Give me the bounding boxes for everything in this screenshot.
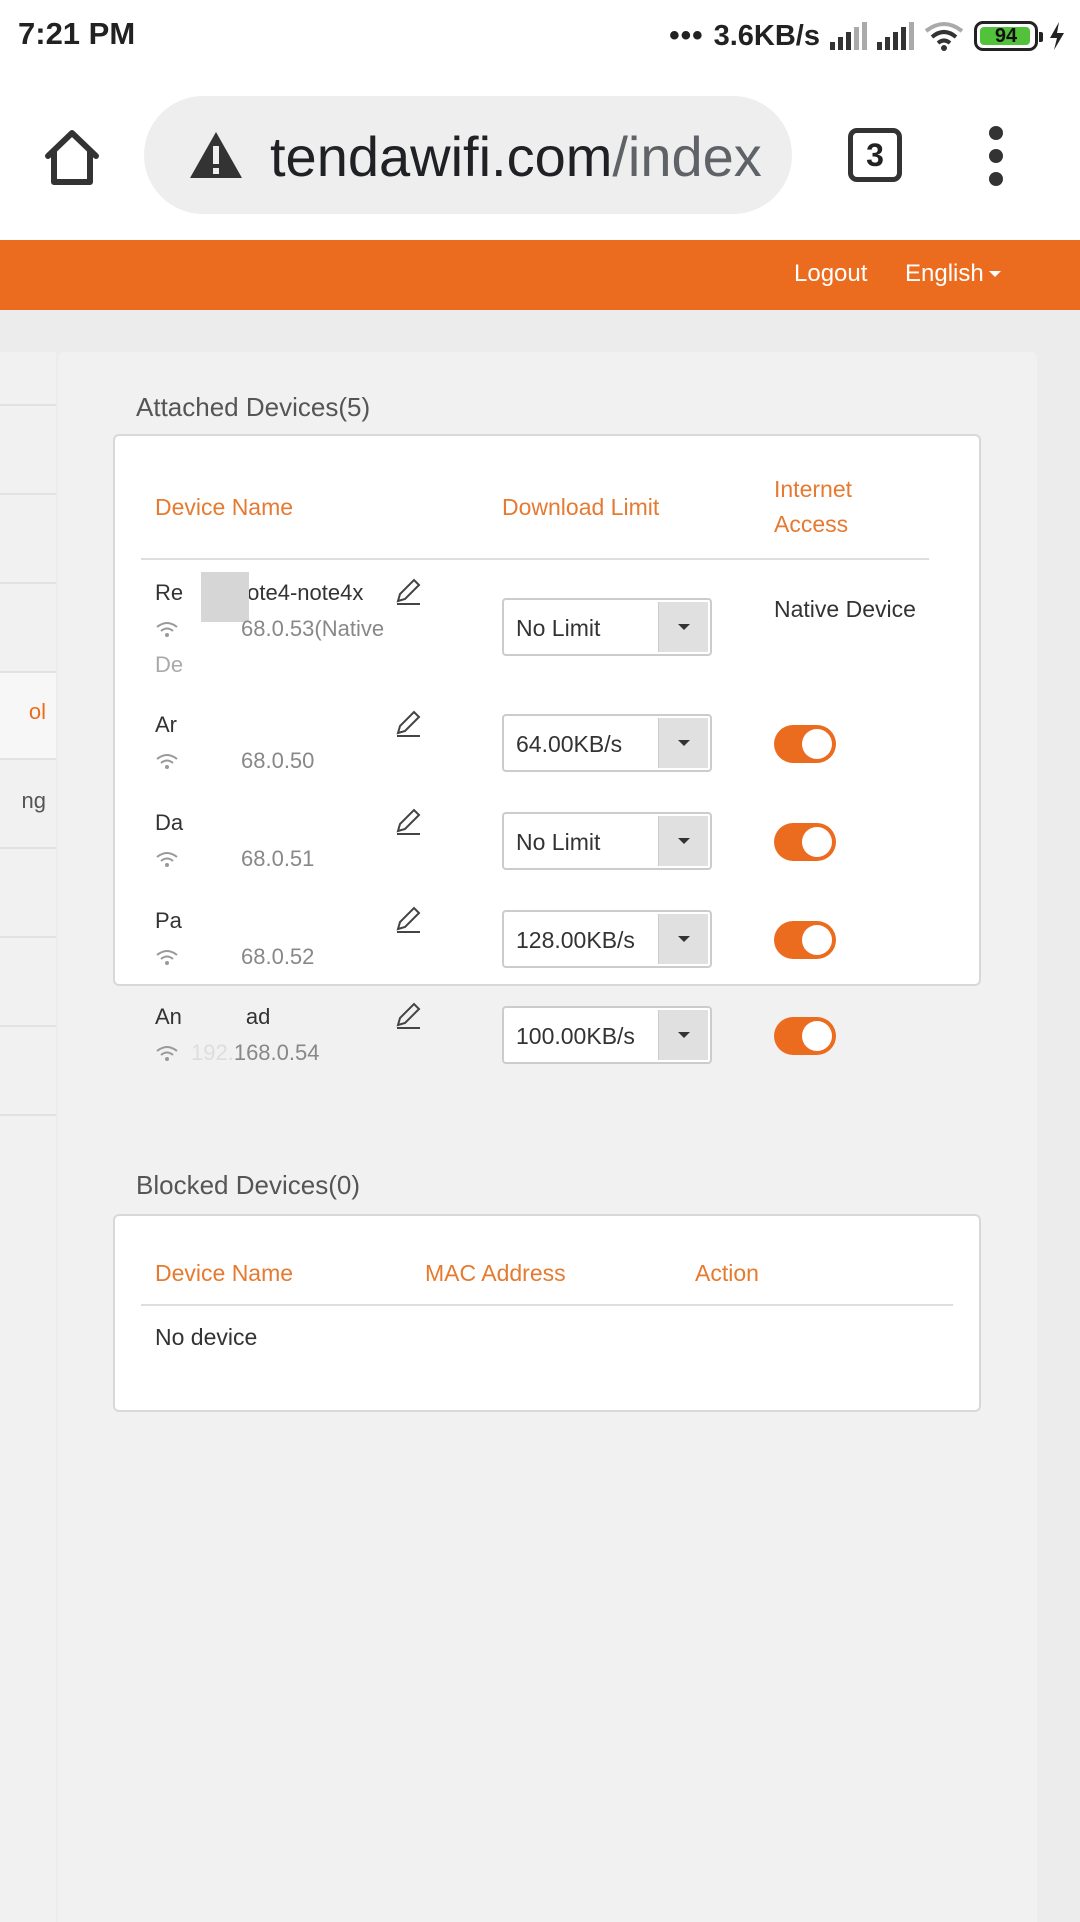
logout-link[interactable]: Logout — [794, 260, 867, 288]
more-menu-icon[interactable] — [984, 126, 1008, 186]
status-time: 7:21 PM — [18, 16, 136, 51]
charging-icon — [1050, 22, 1064, 50]
download-limit-select[interactable]: 100.00KB/s — [502, 1006, 712, 1064]
empty-state: No device — [155, 1324, 258, 1350]
col-device-name: Device Name — [155, 1260, 294, 1286]
sidebar-item[interactable] — [0, 495, 56, 584]
wifi-icon — [156, 1046, 178, 1061]
internet-access-toggle[interactable] — [774, 1017, 836, 1055]
sidebar-item[interactable]: ng — [0, 760, 56, 849]
home-icon[interactable] — [40, 126, 104, 190]
sidebar-item[interactable] — [0, 584, 56, 673]
status-dots: ••• — [669, 19, 704, 52]
sidebar-item-active[interactable]: ol — [0, 671, 56, 760]
caret-down-icon[interactable] — [658, 1010, 708, 1060]
browser-toolbar: tendawifi.com/index 3 — [0, 72, 1080, 240]
sidebar-item[interactable] — [0, 406, 56, 495]
router-header: Logout English — [0, 240, 1080, 310]
battery-level: 94 — [994, 24, 1018, 47]
sidebar-item[interactable] — [0, 352, 56, 406]
col-action: Action — [695, 1260, 759, 1286]
col-mac-address: MAC Address — [425, 1260, 566, 1286]
caret-down-icon — [988, 271, 1001, 277]
warning-icon[interactable] — [188, 130, 244, 180]
sidebar: ol ng — [0, 352, 56, 1922]
device-name: An ad — [155, 1004, 271, 1029]
attached-row-5-layer: An ad 192. 168.0.54 100.00KB/s — [115, 434, 983, 1134]
language-label: English — [905, 260, 984, 287]
url-host: tendawifi.com — [270, 125, 613, 188]
language-select[interactable]: English — [905, 260, 1001, 288]
url-path: /index — [612, 125, 762, 188]
signal-icon — [830, 22, 867, 50]
tab-switcher-button[interactable]: 3 — [848, 128, 902, 182]
device-ip: 192. 168.0.54 — [155, 1040, 319, 1066]
blocked-devices-title: Blocked Devices(0) — [136, 1170, 360, 1200]
battery-icon: 94 — [974, 21, 1043, 51]
sidebar-item[interactable] — [0, 849, 56, 938]
sidebar-item[interactable] — [0, 1027, 56, 1116]
sidebar-item[interactable] — [0, 938, 56, 1027]
status-indicators: ••• 3.6KB/s 94 — [669, 14, 1066, 58]
wifi-icon — [924, 22, 964, 51]
attached-devices-title: Attached Devices(5) — [136, 392, 371, 422]
blocked-devices-table: Device Name MAC Address Action No device — [113, 1214, 981, 1412]
address-bar[interactable]: tendawifi.com/index — [144, 96, 792, 214]
status-bar: 7:21 PM ••• 3.6KB/s 94 — [0, 0, 1080, 72]
header-divider — [141, 1304, 953, 1306]
signal-icon — [877, 22, 914, 50]
edit-icon[interactable] — [393, 1000, 423, 1030]
network-speed: 3.6KB/s — [713, 19, 820, 52]
url-text[interactable]: tendawifi.com/index — [270, 124, 762, 189]
